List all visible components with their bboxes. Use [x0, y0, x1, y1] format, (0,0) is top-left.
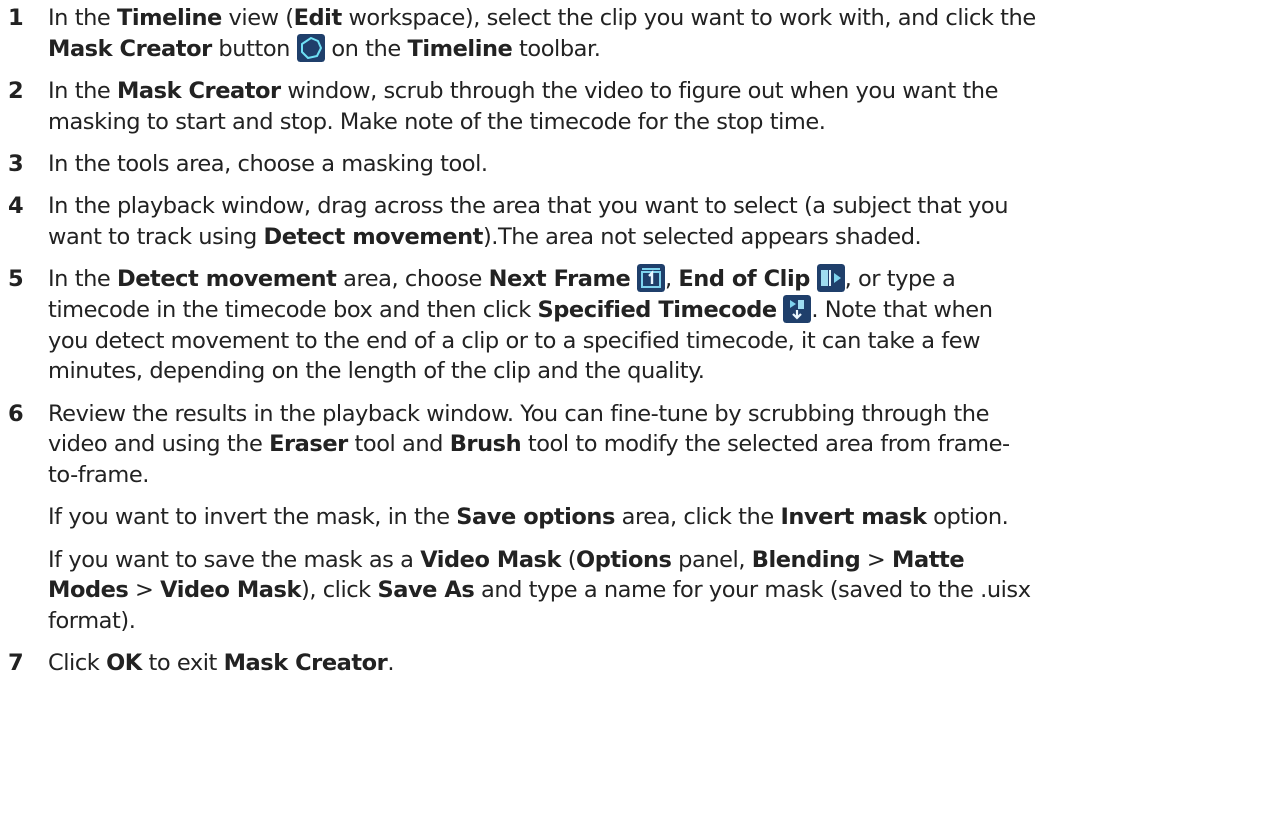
- text-run: [810, 266, 817, 292]
- ui-term: Eraser: [269, 431, 348, 458]
- ui-term: Video Mask: [420, 546, 562, 573]
- step-text-line: In the Timeline view (Edit workspace), s…: [48, 3, 1036, 33]
- text-run: >: [128, 577, 161, 604]
- step-text-line: video and using the Eraser tool and Brus…: [48, 429, 1010, 459]
- step-text-line: In the Detect movement area, choose Next…: [48, 264, 956, 294]
- text-run: tool to modify the selected area from fr…: [521, 431, 1010, 458]
- text-run: tool and: [347, 431, 450, 458]
- step-text-line: want to track using Detect movement).The…: [48, 222, 922, 252]
- step-text-line: In the Mask Creator window, scrub throug…: [48, 76, 998, 106]
- step-number: 5: [8, 266, 24, 293]
- step-text-line: masking to start and stop. Make note of …: [48, 107, 826, 137]
- text-run: [630, 266, 637, 292]
- text-run: In the playback window, drag across the …: [48, 193, 1009, 220]
- step-text-line: Click OK to exit Mask Creator.: [48, 648, 394, 678]
- text-run: (: [561, 546, 577, 573]
- step-number: 3: [8, 151, 24, 177]
- ui-term: Brush: [449, 431, 522, 458]
- text-run: masking to start and stop. Make note of …: [48, 108, 826, 135]
- text-run: In the tools area, choose a masking tool…: [48, 151, 488, 177]
- text-run: Review the results in the playback windo…: [48, 400, 989, 427]
- ui-term: Edit: [293, 5, 343, 31]
- end-of-clip-icon: [816, 264, 845, 293]
- text-run: ).The area not selected appears shaded.: [482, 224, 922, 250]
- ui-term: Mask Creator: [48, 35, 212, 62]
- step-text-line: timecode in the timecode box and then cl…: [48, 295, 993, 325]
- text-run: video and using the: [48, 431, 270, 458]
- text-run: ), click: [301, 577, 378, 604]
- text-run: window, scrub through the video to figur…: [280, 78, 998, 104]
- text-run: to-frame.: [48, 461, 149, 488]
- text-run: [777, 297, 784, 323]
- text-run: view (: [221, 5, 295, 31]
- text-run: , or type a: [844, 266, 956, 293]
- text-run: If you want to invert the mask, in the: [48, 504, 457, 531]
- ui-term: Mask Creator: [223, 650, 388, 677]
- text-run: area, click the: [614, 504, 781, 531]
- ui-term: Next Frame: [488, 266, 631, 293]
- step-text-line: to-frame.: [48, 460, 149, 490]
- text-run: minutes, depending on the length of the …: [48, 358, 705, 385]
- ui-term: Invert mask: [780, 504, 927, 531]
- step-text-line: If you want to save the mask as a Video …: [48, 545, 965, 575]
- ui-term: Detect movement: [116, 266, 337, 293]
- ui-term: End of Clip: [678, 266, 810, 293]
- step-text-line: minutes, depending on the length of the …: [48, 356, 705, 386]
- ui-term: Save As: [377, 577, 475, 604]
- ui-term: Matte: [892, 546, 965, 573]
- text-run: on the: [324, 35, 408, 62]
- ui-term: OK: [106, 650, 142, 677]
- instruction-document: 1 In the Timeline view (Edit workspace), …: [0, 0, 1264, 840]
- ui-term: Video Mask: [160, 577, 301, 604]
- step-text-line: Review the results in the playback windo…: [48, 399, 989, 429]
- specified-timecode-icon: [783, 295, 812, 323]
- text-run: If you want to save the mask as a: [48, 546, 421, 573]
- text-run: Click: [48, 650, 107, 677]
- text-run: timecode in the timecode box and then cl…: [48, 297, 538, 323]
- text-run: . Note that when: [811, 297, 993, 323]
- text-run: button: [211, 35, 297, 62]
- step-text-line: If you want to invert the mask, in the S…: [48, 502, 1009, 532]
- text-run: ,: [664, 266, 679, 293]
- text-run: area, choose: [336, 266, 489, 293]
- text-run: you detect movement to the end of a clip…: [48, 327, 981, 354]
- text-run: workspace), select the clip you want to …: [341, 5, 1036, 31]
- ui-term: Mask Creator: [116, 78, 281, 104]
- ui-term: Options: [576, 546, 672, 573]
- text-run: In the: [48, 266, 117, 293]
- text-run: and type a name for your mask (saved to …: [474, 577, 1031, 604]
- step-number: 6: [8, 400, 24, 427]
- step-number: 7: [8, 650, 24, 677]
- step-text-line: In the playback window, drag across the …: [48, 191, 1008, 221]
- ui-term: Blending: [751, 546, 861, 573]
- step-text-line: Mask Creator button on the Timeline tool…: [48, 33, 601, 64]
- ui-term: Detect movement: [263, 224, 484, 250]
- text-run: want to track using: [48, 224, 264, 250]
- text-run: to exit: [141, 650, 224, 677]
- step-text-line: you detect movement to the end of a clip…: [48, 326, 981, 356]
- text-run: option.: [926, 504, 1009, 531]
- ui-term: Specified Timecode: [537, 297, 778, 323]
- ui-term: Save options: [456, 504, 615, 531]
- step-text-line: Modes > Video Mask), click Save As and t…: [48, 575, 1031, 605]
- ui-term: Timeline: [116, 5, 222, 31]
- step-text-line: format).: [48, 606, 136, 636]
- step-text-line: In the tools area, choose a masking tool…: [48, 149, 488, 179]
- text-run: >: [860, 546, 893, 573]
- text-run: panel,: [671, 546, 752, 573]
- ui-term: Timeline: [407, 35, 513, 62]
- step-number: 2: [8, 78, 24, 104]
- text-run: .: [387, 650, 395, 677]
- text-run: In the: [48, 78, 117, 104]
- step-number: 4: [8, 193, 24, 220]
- text-run: In the: [48, 5, 117, 31]
- next-frame-icon: [636, 264, 665, 293]
- ui-term: Modes: [48, 577, 129, 604]
- text-run: format).: [48, 607, 136, 634]
- mask-creator-icon: [296, 33, 325, 62]
- step-number: 1: [8, 5, 24, 31]
- text-run: toolbar.: [512, 35, 601, 62]
